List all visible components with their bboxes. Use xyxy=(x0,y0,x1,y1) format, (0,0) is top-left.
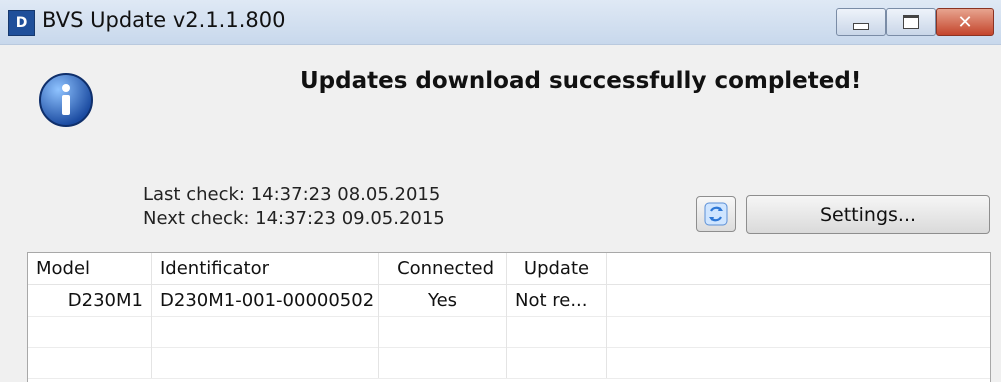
table-row[interactable] xyxy=(28,316,990,348)
column-header-empty xyxy=(607,253,990,284)
cell-identificator xyxy=(152,316,379,347)
refresh-icon xyxy=(704,202,728,226)
close-button[interactable]: ✕ xyxy=(936,8,994,36)
cell-update xyxy=(507,347,607,378)
cell-identificator: D230M1-001-00000502 xyxy=(152,285,379,316)
column-header-update[interactable]: Update xyxy=(507,253,607,284)
minimize-button[interactable] xyxy=(836,8,886,36)
cell-connected xyxy=(379,347,507,378)
cell-identificator xyxy=(152,347,379,378)
last-check-text: Last check: 14:37:23 08.05.2015 xyxy=(143,184,441,205)
table-row[interactable]: D230M1 D230M1-001-00000502 Yes Not re... xyxy=(28,285,990,317)
cell-connected xyxy=(379,316,507,347)
column-header-model[interactable]: Model xyxy=(28,253,152,284)
window-title: BVS Update v2.1.1.800 xyxy=(42,8,286,32)
cell-update xyxy=(507,316,607,347)
maximize-button[interactable] xyxy=(886,8,936,36)
cell-model: D230M1 xyxy=(28,285,152,316)
cell-connected: Yes xyxy=(379,285,507,316)
close-icon: ✕ xyxy=(957,11,973,33)
maximize-icon xyxy=(903,15,919,29)
title-bar: D BVS Update v2.1.1.800 ✕ xyxy=(0,0,1001,45)
cell-extra xyxy=(607,316,990,347)
table-header: Model Identificator Connected Update xyxy=(28,253,990,285)
column-header-identificator[interactable]: Identificator xyxy=(152,253,379,284)
column-header-connected[interactable]: Connected xyxy=(379,253,507,284)
info-icon xyxy=(38,72,94,128)
cell-extra xyxy=(607,285,990,316)
app-logo-icon: D xyxy=(8,10,35,36)
next-check-text: Next check: 14:37:23 09.05.2015 xyxy=(143,208,445,229)
status-message: Updates download successfully completed! xyxy=(300,68,862,94)
settings-button[interactable]: Settings... xyxy=(746,195,990,234)
cell-model xyxy=(28,316,152,347)
refresh-button[interactable] xyxy=(696,196,736,232)
device-table: Model Identificator Connected Update D23… xyxy=(27,252,991,382)
table-row[interactable] xyxy=(28,347,990,379)
minimize-icon xyxy=(853,22,869,30)
cell-update: Not re... xyxy=(507,285,607,316)
cell-model xyxy=(28,347,152,378)
cell-extra xyxy=(607,347,990,378)
